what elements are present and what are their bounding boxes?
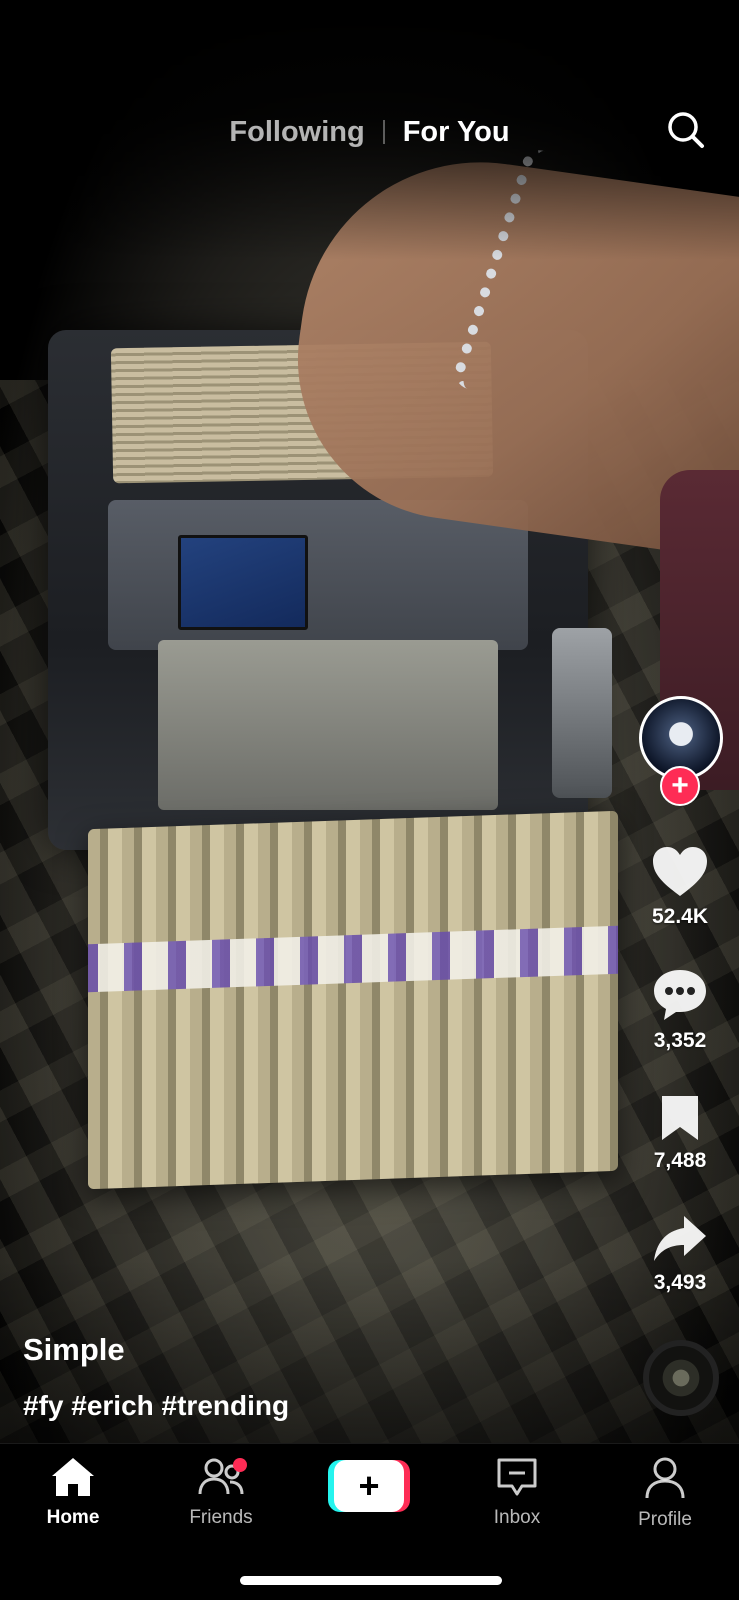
nav-inbox-label: Inbox — [493, 1507, 541, 1528]
profile-icon — [644, 1456, 686, 1505]
create-button[interactable]: + — [328, 1460, 410, 1512]
like-button[interactable]: 52.4K — [630, 846, 730, 929]
tab-for-you[interactable]: For You — [391, 116, 522, 149]
hashtags[interactable]: #fy #erich #trending — [23, 1390, 603, 1422]
follow-button[interactable]: + — [660, 766, 700, 806]
friends-notification-dot — [233, 1458, 247, 1472]
like-count: 52.4K — [651, 905, 709, 928]
counter-panel — [108, 500, 528, 650]
counter-screen — [178, 535, 308, 630]
inbox-icon — [495, 1456, 539, 1503]
search-icon — [666, 110, 706, 155]
share-button[interactable]: 3,493 — [630, 1214, 730, 1295]
counter-tray — [158, 640, 498, 810]
save-count: 7,488 — [653, 1149, 707, 1172]
cash-bands — [88, 925, 618, 993]
search-button[interactable] — [662, 108, 710, 156]
nav-inbox[interactable]: Inbox — [457, 1456, 577, 1529]
tab-following[interactable]: Following — [217, 116, 376, 149]
video-player[interactable] — [0, 0, 739, 1443]
heart-icon — [651, 846, 709, 903]
plus-icon: + — [671, 769, 689, 802]
plus-icon: + — [334, 1460, 404, 1512]
nav-profile[interactable]: Profile — [605, 1456, 725, 1531]
video-frame-watch — [552, 628, 612, 798]
tab-divider — [382, 120, 385, 144]
nav-friends[interactable]: Friends — [161, 1456, 281, 1529]
share-count: 3,493 — [653, 1271, 707, 1294]
video-frame-cash-bricks — [88, 810, 618, 1190]
music-disc[interactable] — [643, 1340, 719, 1416]
comment-count: 3,352 — [653, 1029, 707, 1052]
home-icon — [50, 1456, 96, 1503]
nav-profile-label: Profile — [638, 1509, 692, 1530]
comment-icon — [651, 968, 709, 1027]
bookmark-icon — [658, 1094, 702, 1147]
comment-button[interactable]: 3,352 — [630, 968, 730, 1053]
save-button[interactable]: 7,488 — [630, 1094, 730, 1173]
video-caption: Simple #fy #erich #trending — [23, 1332, 603, 1422]
nav-home-label: Home — [46, 1507, 100, 1528]
feed-tabs: Following For You — [0, 108, 739, 156]
home-indicator[interactable] — [240, 1576, 502, 1585]
share-icon — [652, 1214, 708, 1269]
nav-home[interactable]: Home — [13, 1456, 133, 1529]
nav-friends-label: Friends — [189, 1507, 253, 1528]
creator-username[interactable]: Simple — [23, 1332, 603, 1368]
